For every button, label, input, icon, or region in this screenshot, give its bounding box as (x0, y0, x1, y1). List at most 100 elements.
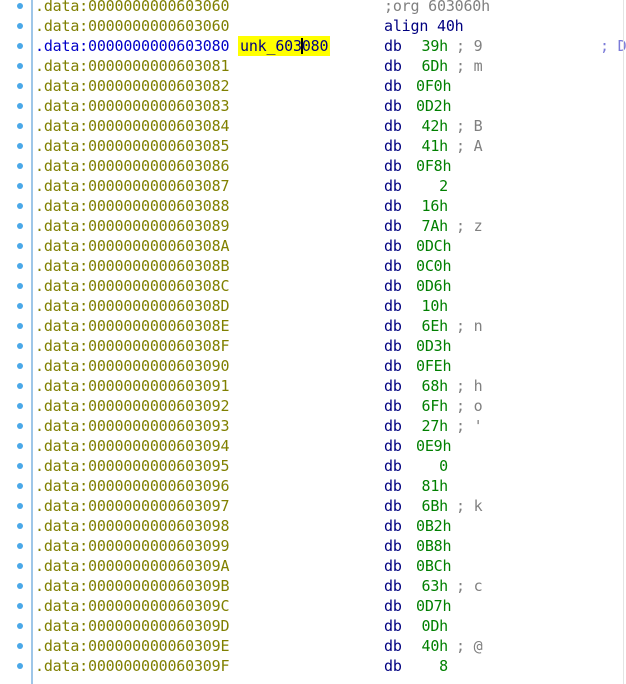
instruction-mnemonic[interactable]: db (384, 376, 402, 396)
row-address[interactable]: .data:0000000000603099 (35, 536, 229, 556)
byte-operand[interactable]: 0F8h (416, 156, 452, 176)
gutter-marker-icon[interactable] (17, 483, 23, 489)
row-address[interactable]: .data:0000000000603060 (35, 0, 229, 16)
row-address[interactable]: .data:000000000060308C (35, 276, 229, 296)
gutter-marker-icon[interactable] (17, 103, 23, 109)
instruction-mnemonic[interactable]: db (384, 276, 402, 296)
byte-operand[interactable]: 16h (416, 196, 449, 216)
listing-row[interactable]: .data:0000000000603089 db 7Ah ; z (0, 216, 626, 236)
gutter-marker-icon[interactable] (17, 623, 23, 629)
listing-row[interactable]: .data:000000000060308E db 6Eh ; n (0, 316, 626, 336)
gutter-marker-icon[interactable] (17, 63, 23, 69)
gutter-marker-icon[interactable] (17, 463, 23, 469)
row-address[interactable]: .data:0000000000603085 (35, 136, 229, 156)
instruction-mnemonic[interactable]: db (384, 176, 402, 196)
listing-row[interactable]: .data:000000000060309E db 40h ; @ (0, 636, 626, 656)
row-address[interactable]: .data:0000000000603096 (35, 476, 229, 496)
gutter-marker-icon[interactable] (17, 523, 23, 529)
gutter-marker-icon[interactable] (17, 83, 23, 89)
byte-operand[interactable]: 0 (416, 456, 448, 476)
listing-row[interactable]: .data:000000000060308D db 10h (0, 296, 626, 316)
gutter-marker-icon[interactable] (17, 303, 23, 309)
listing-row[interactable]: .data:000000000060309B db 63h ; c (0, 576, 626, 596)
instruction-mnemonic[interactable]: db (384, 216, 402, 236)
listing-row[interactable]: .data:0000000000603095 db 0 (0, 456, 626, 476)
byte-operand[interactable]: 0BCh (416, 556, 452, 576)
gutter-marker-icon[interactable] (17, 543, 23, 549)
listing-row[interactable]: .data:0000000000603092 db 6Fh ; o (0, 396, 626, 416)
listing-row[interactable]: .data:0000000000603090 db 0FEh (0, 356, 626, 376)
row-address[interactable]: .data:000000000060309C (35, 596, 229, 616)
row-address[interactable]: .data:0000000000603093 (35, 416, 229, 436)
gutter-marker-icon[interactable] (17, 203, 23, 209)
row-address[interactable]: .data:0000000000603098 (35, 516, 229, 536)
row-address[interactable]: .data:000000000060308B (35, 256, 229, 276)
listing-row[interactable]: .data:000000000060308F db 0D3h (0, 336, 626, 356)
row-address[interactable]: .data:0000000000603091 (35, 376, 229, 396)
instruction-mnemonic[interactable]: db (384, 496, 402, 516)
byte-operand[interactable]: 0Dh (416, 616, 449, 636)
gutter-marker-icon[interactable] (17, 243, 23, 249)
byte-operand[interactable]: 0C0h (416, 256, 452, 276)
gutter-marker-icon[interactable] (17, 223, 23, 229)
row-address[interactable]: .data:0000000000603092 (35, 396, 229, 416)
byte-operand[interactable]: 6Eh (416, 316, 449, 336)
gutter-marker-icon[interactable] (17, 603, 23, 609)
byte-operand[interactable]: 6Bh (416, 496, 449, 516)
row-address[interactable]: .data:0000000000603088 (35, 196, 229, 216)
instruction-mnemonic[interactable]: db (384, 76, 402, 96)
row-address[interactable]: .data:000000000060308F (35, 336, 229, 356)
gutter-marker-icon[interactable] (17, 663, 23, 669)
byte-operand[interactable]: 0D3h (416, 336, 452, 356)
gutter-marker-icon[interactable] (17, 263, 23, 269)
listing-row[interactable]: .data:0000000000603086 db 0F8h (0, 156, 626, 176)
row-address[interactable]: .data:000000000060309A (35, 556, 229, 576)
row-address[interactable]: .data:000000000060309E (35, 636, 229, 656)
instruction-mnemonic[interactable]: db (384, 56, 402, 76)
row-address[interactable]: .data:0000000000603082 (35, 76, 229, 96)
gutter-marker-icon[interactable] (17, 23, 23, 29)
listing-row[interactable]: .data:0000000000603083 db 0D2h (0, 96, 626, 116)
byte-operand[interactable]: 41h (416, 136, 449, 156)
listing-row[interactable]: .data:000000000060308A db 0DCh (0, 236, 626, 256)
instruction-mnemonic[interactable]: db (384, 256, 402, 276)
instruction-mnemonic[interactable]: align 40h (384, 16, 464, 36)
instruction-mnemonic[interactable]: db (384, 316, 402, 336)
listing-row[interactable]: .data:000000000060309C db 0D7h (0, 596, 626, 616)
row-address[interactable]: .data:0000000000603084 (35, 116, 229, 136)
gutter-marker-icon[interactable] (17, 503, 23, 509)
byte-operand[interactable]: 2 (416, 176, 448, 196)
instruction-mnemonic[interactable]: db (384, 576, 402, 596)
byte-operand[interactable]: 6Fh (416, 396, 449, 416)
instruction-mnemonic[interactable]: db (384, 536, 402, 556)
instruction-mnemonic[interactable]: db (384, 636, 402, 656)
row-address[interactable]: .data:0000000000603083 (35, 96, 229, 116)
listing-row[interactable]: .data:000000000060309A db 0BCh (0, 556, 626, 576)
listing-row[interactable]: .data:000000000060309F db 8 (0, 656, 626, 676)
byte-operand[interactable]: 8 (416, 656, 448, 676)
row-address[interactable]: .data:0000000000603097 (35, 496, 229, 516)
instruction-mnemonic[interactable]: db (384, 156, 402, 176)
byte-operand[interactable]: 0B2h (416, 516, 452, 536)
row-address[interactable]: .data:0000000000603090 (35, 356, 229, 376)
instruction-mnemonic[interactable]: db (384, 556, 402, 576)
instruction-mnemonic[interactable]: db (384, 416, 402, 436)
gutter-marker-icon[interactable] (17, 363, 23, 369)
byte-operand[interactable]: 7Ah (416, 216, 449, 236)
listing-row[interactable]: .data:0000000000603094 db 0E9h (0, 436, 626, 456)
instruction-mnemonic[interactable]: db (384, 336, 402, 356)
row-address[interactable]: .data:0000000000603087 (35, 176, 229, 196)
gutter-marker-icon[interactable] (17, 323, 23, 329)
instruction-mnemonic[interactable]: db (384, 236, 402, 256)
byte-operand[interactable]: 68h (416, 376, 449, 396)
listing-row[interactable]: .data:0000000000603093 db 27h ; ' (0, 416, 626, 436)
row-address[interactable]: .data:0000000000603094 (35, 436, 229, 456)
listing-row[interactable]: .data:0000000000603091 db 68h ; h (0, 376, 626, 396)
gutter-marker-icon[interactable] (17, 183, 23, 189)
listing-row[interactable]: .data:0000000000603082 db 0F0h (0, 76, 626, 96)
listing-row[interactable]: .data:0000000000603085 db 41h ; A (0, 136, 626, 156)
listing-row[interactable]: .data:0000000000603060 ;org 603060h (0, 0, 626, 16)
row-address[interactable]: .data:000000000060309F (35, 656, 229, 676)
row-address[interactable]: .data:0000000000603089 (35, 216, 229, 236)
byte-operand[interactable]: 27h (416, 416, 449, 436)
